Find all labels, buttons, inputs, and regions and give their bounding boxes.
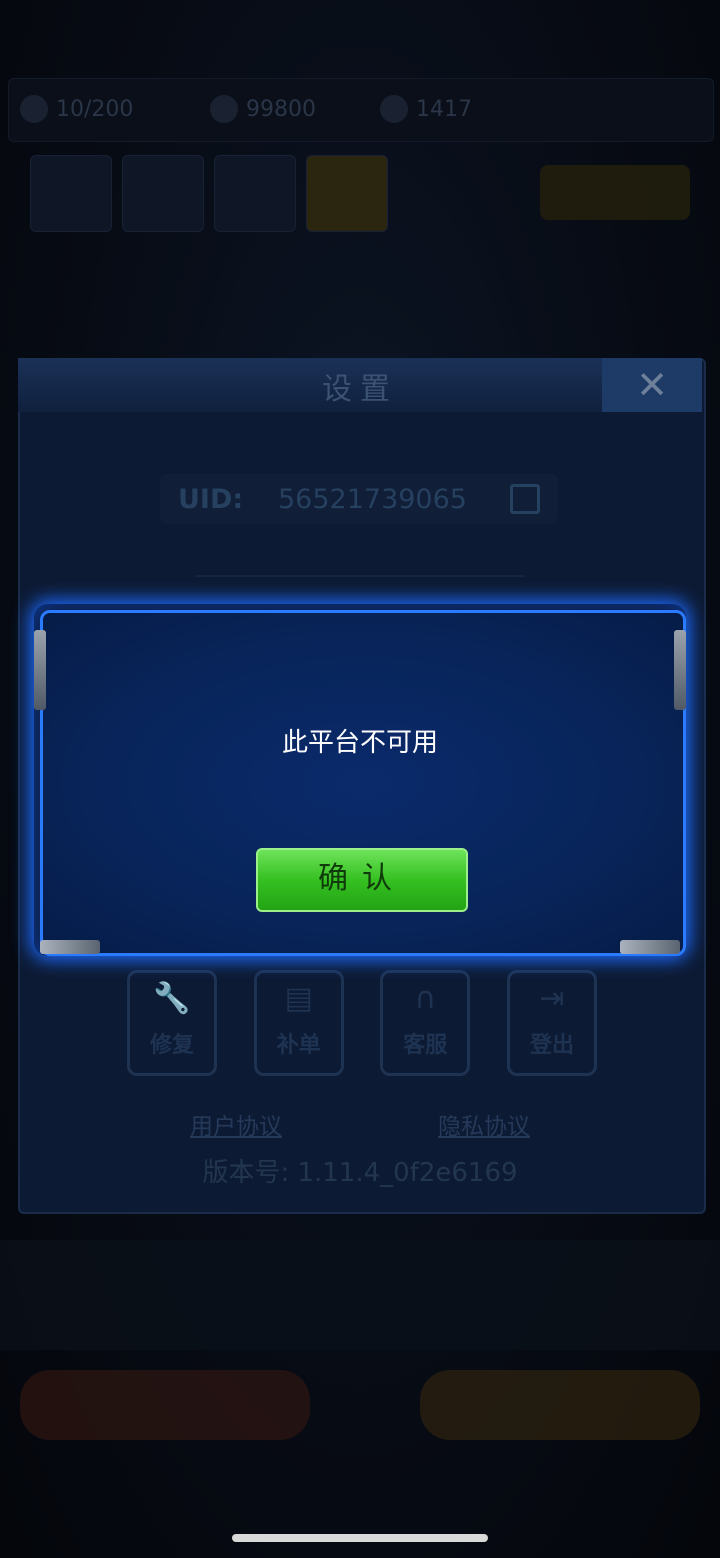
wrench-icon: 🔧 bbox=[153, 981, 191, 1016]
energy-resource: 10/200 bbox=[20, 92, 133, 126]
close-icon: ✕ bbox=[636, 363, 668, 407]
uid-label: UID: bbox=[178, 483, 244, 515]
bottom-right-corner-decoration bbox=[620, 940, 680, 954]
customer-service-button[interactable]: ∩ 客服 bbox=[380, 970, 471, 1076]
menu-button bbox=[122, 155, 204, 232]
logout-button[interactable]: ⇥ 登出 bbox=[506, 970, 597, 1076]
background-bottom-button-left bbox=[20, 1370, 310, 1440]
background-bottom-strip bbox=[0, 1240, 720, 1350]
energy-icon bbox=[20, 95, 48, 123]
privacy-agreement-link[interactable]: 隐私协议 bbox=[438, 1107, 530, 1140]
bottom-left-corner-decoration bbox=[40, 940, 100, 954]
home-indicator[interactable] bbox=[232, 1534, 488, 1542]
left-bracket-decoration bbox=[34, 630, 46, 710]
close-button[interactable]: ✕ bbox=[602, 358, 702, 412]
divider bbox=[195, 575, 525, 577]
repair-button[interactable]: 🔧 修复 bbox=[127, 970, 217, 1076]
logout-icon: ⇥ bbox=[539, 981, 565, 1016]
copy-icon[interactable] bbox=[510, 484, 540, 514]
dialog-message: 此平台不可用 bbox=[281, 728, 438, 758]
background-bottom-button-right bbox=[420, 1370, 700, 1440]
headset-icon: ∩ bbox=[414, 981, 437, 1016]
right-bracket-decoration bbox=[674, 630, 686, 710]
reissue-order-button[interactable]: ▤ 补单 bbox=[253, 970, 344, 1076]
version-text: 版本号: 1.11.4_0f2e6169 bbox=[202, 1158, 518, 1188]
menu-button bbox=[30, 155, 112, 232]
gem-resource: 1417 bbox=[380, 92, 472, 126]
gem-icon bbox=[380, 95, 408, 123]
background-banner bbox=[540, 165, 690, 220]
confirm-button[interactable]: 确认 bbox=[256, 848, 468, 912]
coin-icon bbox=[210, 95, 238, 123]
menu-button bbox=[214, 155, 296, 232]
uid-row: UID: 56521739065 bbox=[160, 474, 558, 524]
user-agreement-link[interactable]: 用户协议 bbox=[190, 1107, 282, 1140]
menu-button bbox=[306, 155, 388, 232]
coin-resource: 99800 bbox=[210, 92, 316, 126]
settings-actions: 🔧 修复 ▤ 补单 ∩ 客服 ⇥ 登出 bbox=[127, 970, 597, 1080]
uid-value: 56521739065 bbox=[278, 483, 467, 515]
background-menu bbox=[30, 155, 390, 232]
order-icon: ▤ bbox=[284, 981, 313, 1016]
agreement-links: 用户协议 隐私协议 bbox=[190, 1107, 530, 1140]
